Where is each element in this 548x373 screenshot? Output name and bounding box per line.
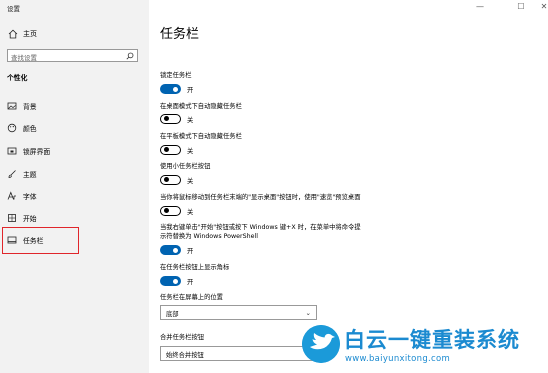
sidebar-item-label: 背景 [23, 103, 37, 111]
sidebar-item-fonts[interactable]: 字体 [0, 186, 149, 206]
setting-label-peek: 当你将鼠标移动到任务栏末端的"显示桌面"按钮时，使用"速览"预览桌面 [160, 194, 361, 201]
toggle-state: 关 [187, 178, 194, 185]
toggle-knob [173, 247, 178, 253]
toggle-state: 开 [187, 87, 194, 94]
toggle-powershell[interactable] [160, 245, 181, 255]
toggle-knob [163, 177, 169, 183]
lock-screen-icon [7, 147, 17, 155]
window-title: 设置 [7, 5, 20, 13]
toggle-state: 关 [187, 117, 194, 124]
toggle-knob [163, 208, 169, 214]
sidebar-item-label: 锁屏界面 [23, 148, 51, 156]
sidebar-item-start[interactable]: 开始 [0, 208, 149, 228]
setting-label-powershell-line1: 当我右键单击"开始"按钮或按下 Windows 键+X 时，在菜单中将命令提 [160, 224, 361, 231]
sidebar-item-label: 主题 [23, 171, 37, 179]
sidebar-item-colors[interactable]: 颜色 [0, 118, 149, 138]
toggle-lock-taskbar[interactable] [160, 84, 181, 94]
toggle-autohide-desktop[interactable] [160, 114, 181, 124]
sidebar-item-home[interactable]: 主页 [0, 26, 149, 42]
chevron-down-icon: ⌄ [305, 309, 311, 317]
close-icon[interactable]: ✕ [539, 2, 548, 11]
sidebar-item-label: 颜色 [23, 125, 37, 133]
position-label: 任务栏在屏幕上的位置 [160, 294, 223, 301]
watermark: 白云一键重装系统 www.baiyunxitong.com [300, 323, 548, 373]
image-icon [7, 102, 17, 110]
toggle-knob [173, 278, 178, 284]
combine-label: 合并任务栏按钮 [160, 334, 205, 341]
main-content: — ☐ ✕ 任务栏 锁定任务栏 开 在桌面模式下自动隐藏任务栏 关 在平板模式下… [149, 0, 548, 373]
home-icon [8, 29, 18, 39]
page-title: 任务栏 [160, 27, 200, 42]
toggle-state: 关 [187, 148, 194, 155]
combine-dropdown[interactable]: 始终合并按钮 ⌄ [160, 346, 317, 361]
toggle-state: 开 [187, 248, 194, 255]
sidebar-item-label: 字体 [23, 193, 37, 201]
bird-logo-icon [302, 325, 340, 363]
setting-label-powershell-line2: 示符替换为 Windows PowerShell [160, 233, 258, 240]
setting-label-autohide-desktop: 在桌面模式下自动隐藏任务栏 [160, 103, 242, 110]
setting-label-autohide-tablet: 在平板模式下自动隐藏任务栏 [160, 133, 242, 140]
toggle-state: 开 [187, 279, 194, 286]
dropdown-value: 底部 [166, 311, 179, 318]
brush-icon [8, 170, 16, 178]
sidebar-item-lock-screen[interactable]: 锁屏界面 [0, 141, 149, 161]
start-icon [8, 214, 16, 222]
toggle-small-buttons[interactable] [160, 175, 181, 185]
toggle-knob [173, 86, 178, 92]
toggle-badges[interactable] [160, 276, 181, 286]
setting-label-small-buttons: 使用小任务栏按钮 [160, 163, 211, 170]
search-input[interactable]: 查找设置 [7, 49, 138, 62]
sidebar-item-background[interactable]: 背景 [0, 96, 149, 116]
setting-label-badges: 在任务栏按钮上显示角标 [160, 264, 230, 271]
minimize-icon[interactable]: — [475, 2, 485, 11]
maximize-icon[interactable]: ☐ [516, 2, 526, 11]
toggle-state: 关 [187, 209, 194, 216]
position-dropdown[interactable]: 底部 ⌄ [160, 305, 317, 320]
toggle-peek[interactable] [160, 206, 181, 216]
toggle-knob [163, 147, 169, 153]
palette-icon [7, 123, 17, 133]
sidebar-item-label: 开始 [23, 215, 37, 223]
search-icon[interactable] [126, 52, 134, 60]
sidebar-item-label: 主页 [23, 30, 37, 38]
dropdown-value: 始终合并按钮 [166, 352, 204, 359]
font-icon [7, 191, 16, 200]
sidebar: 设置 主页 查找设置 个性化 背景 颜色 锁屏界面 主题 字体 开始 任务栏 [0, 0, 149, 373]
active-item-highlight [2, 227, 79, 254]
watermark-url: www.baiyunxitong.com [345, 354, 451, 364]
search-placeholder: 查找设置 [11, 53, 37, 62]
toggle-knob [163, 116, 169, 122]
section-title: 个性化 [7, 74, 28, 82]
setting-label-lock-taskbar: 锁定任务栏 [160, 72, 192, 79]
toggle-autohide-tablet[interactable] [160, 145, 181, 155]
sidebar-item-themes[interactable]: 主题 [0, 164, 149, 184]
watermark-text: 白云一键重装系统 [344, 328, 520, 352]
